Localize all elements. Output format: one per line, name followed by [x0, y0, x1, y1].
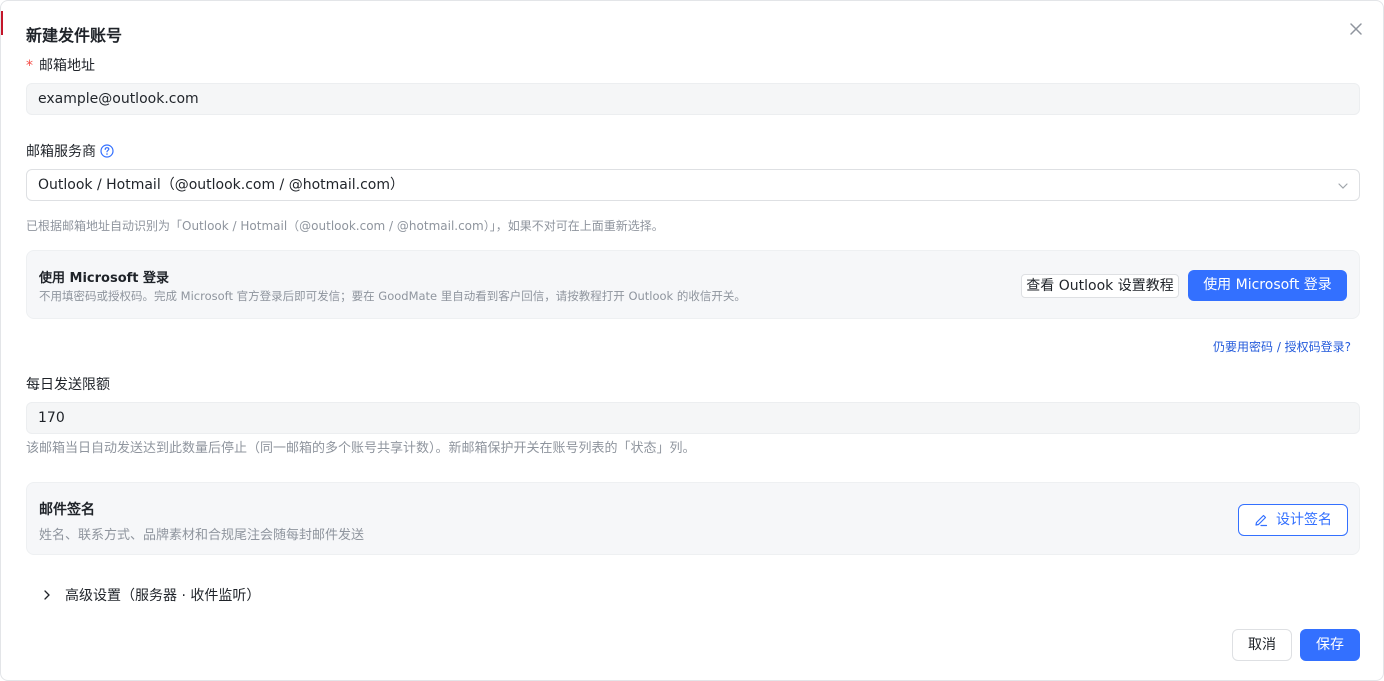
outlook-tutorial-button[interactable]: 查看 Outlook 设置教程 [1021, 274, 1179, 298]
microsoft-card-title: 使用 Microsoft 登录 [39, 271, 170, 286]
provider-label-text: 邮箱服务商 [26, 144, 96, 160]
signature-card-desc: 姓名、联系方式、品牌素材和合规尾注会随每封邮件发送 [39, 528, 365, 543]
dialog-title: 新建发件账号 [26, 26, 123, 45]
signature-card-title: 邮件签名 [39, 502, 95, 518]
email-input[interactable]: example@outlook.com [26, 83, 1360, 115]
close-icon [1350, 23, 1362, 35]
signature-card: 邮件签名 姓名、联系方式、品牌素材和合规尾注会随每封邮件发送 设计签名 [26, 482, 1360, 555]
question-circle-icon[interactable] [100, 144, 114, 158]
daily-limit-hint: 该邮箱当日自动发送达到此数量后停止（同一邮箱的多个账号共享计数）。新邮箱保护开关… [26, 441, 696, 456]
required-mark: * [26, 58, 33, 74]
provider-hint: 已根据邮箱地址自动识别为「Outlook / Hotmail（@outlook.… [26, 219, 664, 233]
microsoft-login-button[interactable]: 使用 Microsoft 登录 [1188, 270, 1347, 301]
chevron-down-icon [1338, 183, 1348, 189]
design-signature-label: 设计签名 [1276, 512, 1332, 528]
new-sender-account-dialog: 新建发件账号 * 邮箱地址 example@outlook.com 邮箱服务商 O… [0, 0, 1384, 681]
cancel-button[interactable]: 取消 [1232, 629, 1292, 661]
provider-selected-value: Outlook / Hotmail（@outlook.com / @hotmai… [38, 177, 405, 193]
email-label: * 邮箱地址 [26, 55, 95, 75]
pen-icon [1255, 514, 1268, 527]
microsoft-login-card: 使用 Microsoft 登录 不用填密码或授权码。完成 Microsoft 官… [26, 250, 1360, 319]
password-login-link[interactable]: 仍要用密码 / 授权码登录? [1213, 338, 1351, 355]
save-button[interactable]: 保存 [1300, 629, 1360, 661]
chevron-right-icon [44, 590, 50, 600]
provider-select[interactable]: Outlook / Hotmail（@outlook.com / @hotmai… [26, 169, 1360, 201]
edge-accent [1, 11, 3, 35]
advanced-settings-toggle[interactable]: 高级设置（服务器 · 收件监听） [41, 585, 260, 605]
design-signature-button[interactable]: 设计签名 [1238, 504, 1348, 536]
daily-limit-label: 每日发送限额 [26, 377, 110, 393]
close-button[interactable] [1346, 19, 1366, 39]
microsoft-card-desc: 不用填密码或授权码。完成 Microsoft 官方登录后即可发信；要在 Good… [39, 289, 746, 303]
daily-limit-input[interactable]: 170 [26, 402, 1360, 434]
provider-label: 邮箱服务商 [26, 141, 114, 161]
advanced-settings-label: 高级设置（服务器 · 收件监听） [65, 588, 261, 604]
email-label-text: 邮箱地址 [39, 58, 95, 74]
